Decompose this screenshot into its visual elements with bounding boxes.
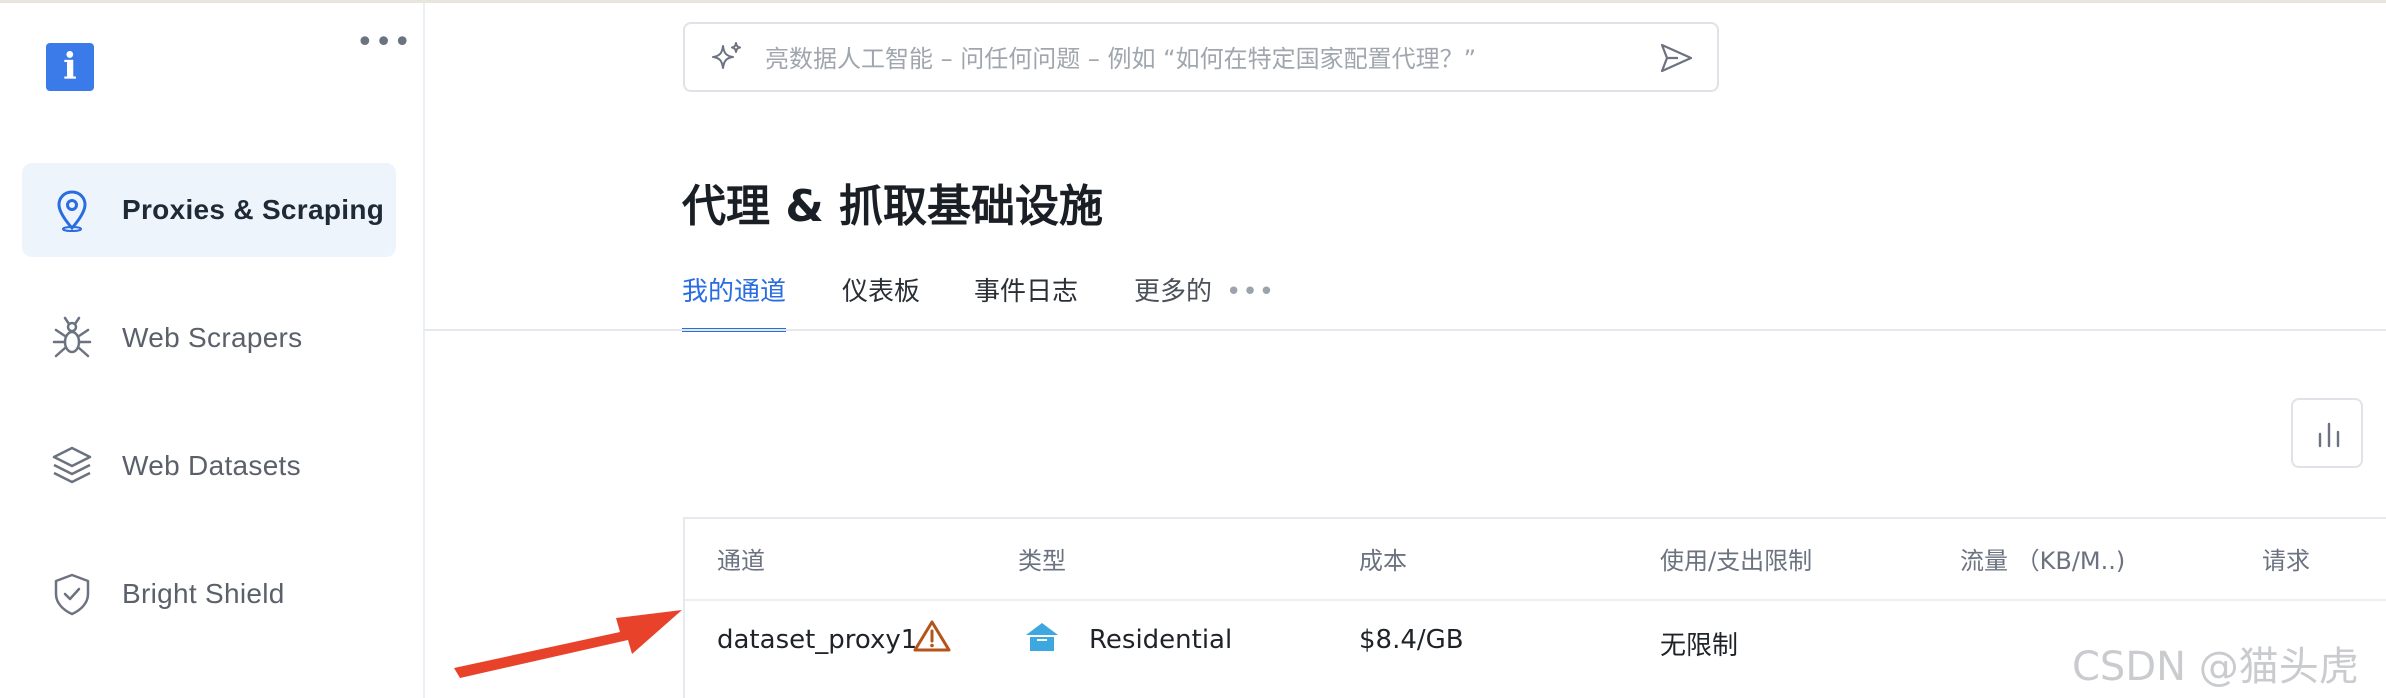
annotation-arrow-icon [454, 610, 682, 678]
sidebar-more-icon[interactable]: ••• [356, 28, 412, 58]
map-pin-icon [57, 190, 87, 232]
column-header-traffic[interactable]: 流量 （KB/M..) [1960, 541, 2125, 576]
column-header-channel[interactable]: 通道 [717, 541, 765, 576]
column-header-type[interactable]: 类型 [1018, 541, 1066, 576]
page-title: 代理 & 抓取基础设施 [682, 181, 1104, 232]
shield-check-icon [54, 573, 90, 616]
sidebar-item-label: Web Datasets [122, 450, 301, 481]
watermark: CSDN @猫头虎 [2072, 644, 2359, 690]
bar-chart-icon [2318, 422, 2340, 448]
sidebar-item-web-datasets[interactable]: Web Datasets [22, 419, 396, 513]
tab-more-label: 更多的 [1134, 277, 1213, 307]
channel-name-link[interactable]: dataset_proxy1 [717, 625, 917, 655]
column-header-cost[interactable]: 成本 [1359, 541, 1407, 576]
chart-view-button[interactable] [2291, 398, 2363, 468]
spider-icon [52, 316, 92, 358]
ai-search-input[interactable] [763, 38, 1607, 80]
sidebar-item-label: Web Scrapers [122, 322, 303, 353]
channel-limit: 无限制 [1660, 631, 1739, 661]
tab-event-log[interactable]: 事件日志 [974, 274, 1078, 328]
column-header-limit[interactable]: 使用/支出限制 [1660, 541, 1812, 576]
tab-more[interactable]: 更多的 ••• [1134, 274, 1275, 328]
residential-home-icon [1026, 623, 1058, 651]
sidebar-item-bright-shield[interactable]: Bright Shield [22, 547, 396, 641]
tab-my-channels[interactable]: 我的通道 [682, 274, 787, 332]
sidebar-item-web-scrapers[interactable]: Web Scrapers [22, 291, 396, 385]
sidebar: i ••• Proxies & Scraping Web Scrapers We… [0, 3, 425, 698]
sidebar-item-proxies-scraping[interactable]: Proxies & Scraping [22, 163, 396, 257]
channel-type: Residential [1089, 625, 1233, 655]
layers-icon [52, 446, 92, 484]
ai-search-box[interactable] [683, 22, 1719, 92]
table-header: 通道 类型 成本 使用/支出限制 流量 （KB/M..) 请求 [685, 519, 2386, 601]
tab-dashboard[interactable]: 仪表板 [842, 274, 920, 328]
column-header-requests[interactable]: 请求 [2262, 541, 2310, 576]
more-dots-icon: ••• [1226, 277, 1276, 307]
channel-cost: $8.4/GB [1359, 625, 1464, 655]
warning-icon[interactable] [913, 619, 951, 653]
sidebar-item-label: Bright Shield [122, 578, 285, 609]
sparkle-icon [712, 42, 741, 69]
tabs-divider [423, 329, 2386, 331]
sidebar-item-label: Proxies & Scraping [122, 194, 385, 225]
logo[interactable]: i [46, 43, 94, 91]
send-icon[interactable] [1658, 40, 1694, 76]
